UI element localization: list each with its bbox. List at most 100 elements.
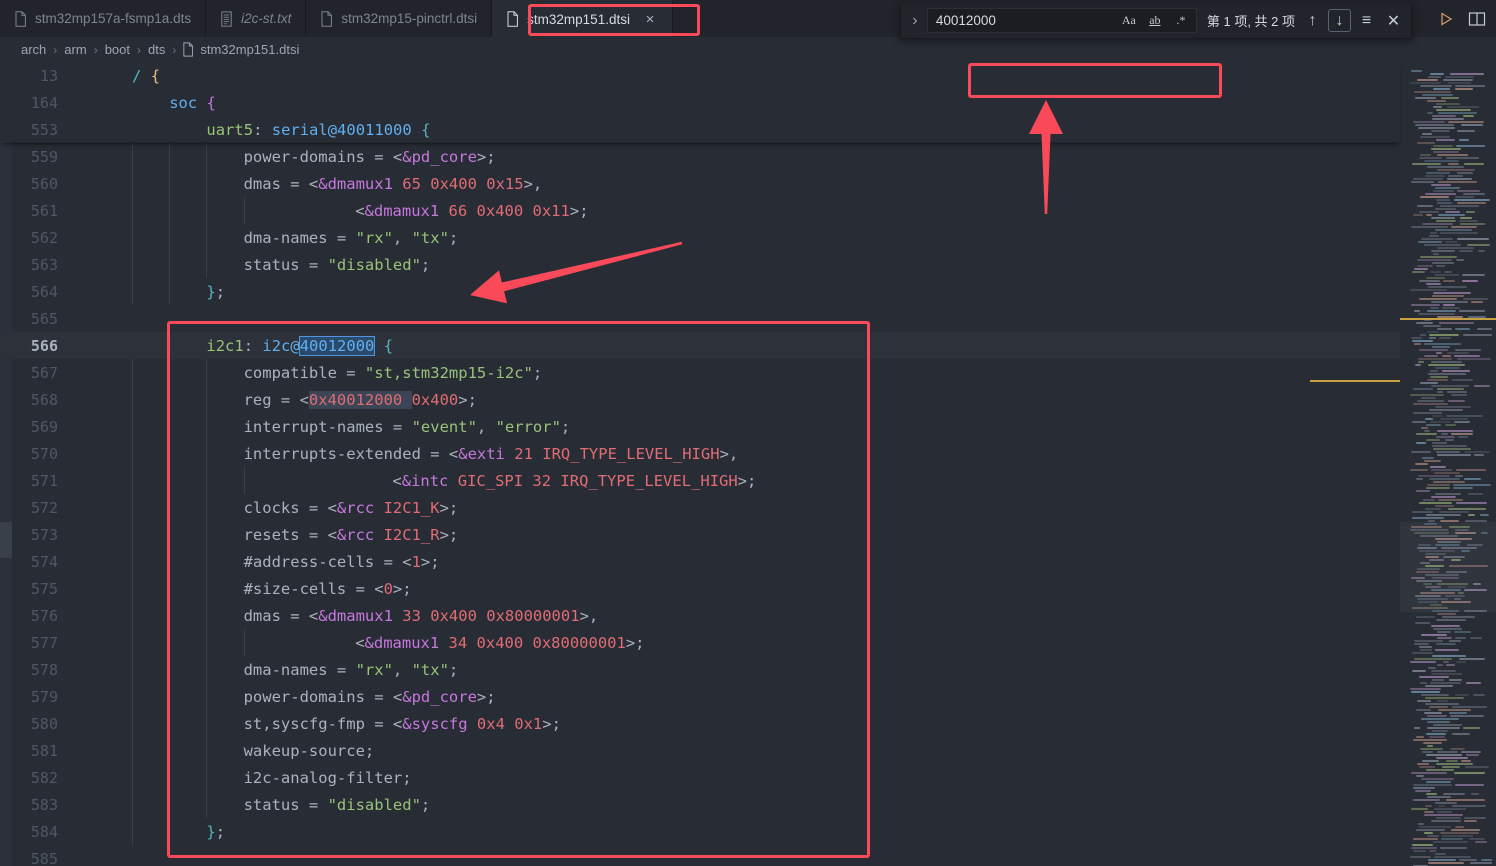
minimap-line: [1411, 181, 1434, 183]
minimap-line: [1426, 424, 1441, 426]
minimap-line: [1446, 157, 1479, 159]
minimap-line: [1441, 433, 1448, 435]
code-line[interactable]: 578 dma-names = "rx", "tx";: [0, 656, 1400, 683]
code-line[interactable]: 584};: [0, 818, 1400, 845]
code-token: #size-cells: [243, 579, 347, 598]
line-number: 567: [30, 363, 58, 382]
find-widget[interactable]: › Aaab.* 第 1 项, 共 2 项 ↑↓≡✕: [899, 3, 1412, 39]
code-line[interactable]: 560 dmas = <&dmamux1 65 0x400 0x15>,: [0, 170, 1400, 197]
minimap-line: [1421, 397, 1436, 399]
code-line[interactable]: 567 compatible = "st,stm32mp15-i2c";: [0, 359, 1400, 386]
code-line[interactable]: 571 <&intc GIC_SPI 32 IRQ_TYPE_LEVEL_HIGH…: [0, 467, 1400, 494]
minimap-line: [1422, 223, 1453, 225]
editor-tab-2[interactable]: stm32mp15-pinctrl.dtsi: [306, 0, 493, 37]
minimap-slider[interactable]: [1400, 522, 1496, 612]
code-token: i2c-analog-filter: [243, 768, 403, 787]
code-token: st,syscfg-fmp: [243, 714, 365, 733]
code-line[interactable]: 569 interrupt-names = "event", "error";: [0, 413, 1400, 440]
previous-match-button[interactable]: ↑: [1301, 9, 1324, 32]
split-editor-icon[interactable]: [1468, 10, 1486, 28]
minimap-line: [1435, 505, 1454, 507]
minimap-line: [1457, 130, 1475, 132]
code-line[interactable]: 573 resets = <&rcc I2C1_R>;: [0, 521, 1400, 548]
minimap-line: [1466, 211, 1475, 213]
minimap-line: [1414, 727, 1420, 729]
code-line[interactable]: 553 uart5: serial@40011000 {: [0, 116, 1400, 143]
run-icon[interactable]: [1437, 10, 1455, 28]
minimap-line: [1442, 355, 1451, 357]
code-token: &dmamux1: [364, 633, 440, 652]
code-line[interactable]: 579 power-domains = <&pd_core>;: [0, 683, 1400, 710]
find-input[interactable]: [935, 13, 1118, 28]
code-line[interactable]: 580 st,syscfg-fmp = <&syscfg 0x4 0x1>;: [0, 710, 1400, 737]
editor-tab-0[interactable]: stm32mp157a-fsmp1a.dts: [0, 0, 207, 37]
code-line[interactable]: 581 wakeup-source;: [0, 737, 1400, 764]
code-line[interactable]: 575 #size-cells = <0>;: [0, 575, 1400, 602]
code-token: = <: [364, 687, 403, 706]
code-token: = <: [420, 444, 459, 463]
next-match-button[interactable]: ↓: [1328, 9, 1351, 32]
minimap-line: [1416, 616, 1435, 618]
toggle-replace-icon[interactable]: ›: [905, 6, 925, 36]
minimap-line: [1415, 622, 1430, 624]
breadcrumb-file[interactable]: stm32mp151.dtsi: [182, 42, 299, 57]
match-case-toggle[interactable]: Aa: [1118, 11, 1140, 31]
code-line[interactable]: 566 i2c1: i2c@40012000 {: [0, 332, 1400, 359]
editor-tab-3[interactable]: stm32mp151.dtsi ×: [492, 0, 673, 37]
minimap-line: [1463, 727, 1480, 729]
minimap-line: [1431, 130, 1450, 132]
minimap-line: [1427, 100, 1446, 102]
code-line[interactable]: 583 status = "disabled";: [0, 791, 1400, 818]
minimap-line: [1457, 190, 1480, 192]
minimap-line: [1456, 145, 1485, 147]
breadcrumb-part-3[interactable]: dts: [147, 42, 166, 57]
editor-tab-1[interactable]: i2c-st.txt: [206, 0, 307, 37]
code-editor[interactable]: 559 power-domains = <&pd_core>; 560 dmas = …: [0, 62, 1496, 866]
minimap-line: [1424, 832, 1433, 834]
match-whole-word-toggle[interactable]: ab: [1144, 11, 1166, 31]
code-line[interactable]: 585: [0, 845, 1400, 866]
minimap-line: [1450, 73, 1484, 75]
breadcrumb-part-2[interactable]: boot: [104, 42, 131, 57]
breadcrumb-part-0[interactable]: arch: [20, 42, 47, 57]
code-token: 0x400: [411, 390, 459, 409]
minimap-line: [1428, 862, 1464, 864]
code-line[interactable]: 576 dmas = <&dmamux1 33 0x400 0x80000001>…: [0, 602, 1400, 629]
minimap-line: [1425, 193, 1456, 195]
code-line[interactable]: 574 #address-cells = <1>;: [0, 548, 1400, 575]
minimap-line: [1439, 322, 1474, 324]
minimap-line: [1468, 514, 1475, 516]
breadcrumb-part-1[interactable]: arm: [63, 42, 87, 57]
find-in-selection-button[interactable]: ≡: [1355, 9, 1378, 32]
minimap-line: [1431, 184, 1451, 186]
find-input-container[interactable]: Aaab.*: [926, 8, 1197, 33]
code-line[interactable]: 568 reg = <0x40012000 0x400>;: [0, 386, 1400, 413]
minimap-line: [1426, 277, 1445, 279]
code-token: interrupt-names: [243, 417, 384, 436]
close-find-button[interactable]: ✕: [1382, 9, 1405, 32]
minimap-line: [1464, 820, 1477, 822]
minimap-line: [1433, 190, 1454, 192]
vscode-window: stm32mp157a-fsmp1a.dts i2c-st.txt stm32m…: [0, 0, 1496, 866]
code-line[interactable]: 572 clocks = <&rcc I2C1_K>;: [0, 494, 1400, 521]
code-line[interactable]: 164 soc {: [0, 89, 1400, 116]
sticky-scroll-header[interactable]: 13/ {164 soc {553 uart5: serial@40011000 {: [0, 62, 1400, 143]
minimap-line: [1434, 856, 1471, 858]
code-lines-container[interactable]: 559 power-domains = <&pd_core>; 560 dmas = …: [0, 62, 1400, 866]
minimap-line: [1433, 724, 1462, 726]
code-line[interactable]: 570 interrupts-extended = <&exti 21 IRQ_T…: [0, 440, 1400, 467]
code-line[interactable]: 577 <&dmamux1 34 0x400 0x80000001>;: [0, 629, 1400, 656]
minimap-line: [1442, 370, 1470, 372]
code-line[interactable]: 582 i2c-analog-filter;: [0, 764, 1400, 791]
code-token: dmas: [243, 174, 281, 193]
minimap-line: [1437, 391, 1443, 393]
code-line[interactable]: 559 power-domains = <&pd_core>;: [0, 143, 1400, 170]
minimap[interactable]: [1400, 62, 1496, 866]
code-line[interactable]: 13 / {: [0, 62, 1400, 89]
minimap-line: [1443, 793, 1465, 795]
use-regex-toggle[interactable]: .*: [1170, 11, 1192, 31]
minimap-line: [1445, 241, 1458, 243]
tab-label: i2c-st.txt: [241, 11, 292, 26]
tab-close-button[interactable]: ×: [642, 12, 658, 27]
minimap-line: [1461, 751, 1481, 753]
